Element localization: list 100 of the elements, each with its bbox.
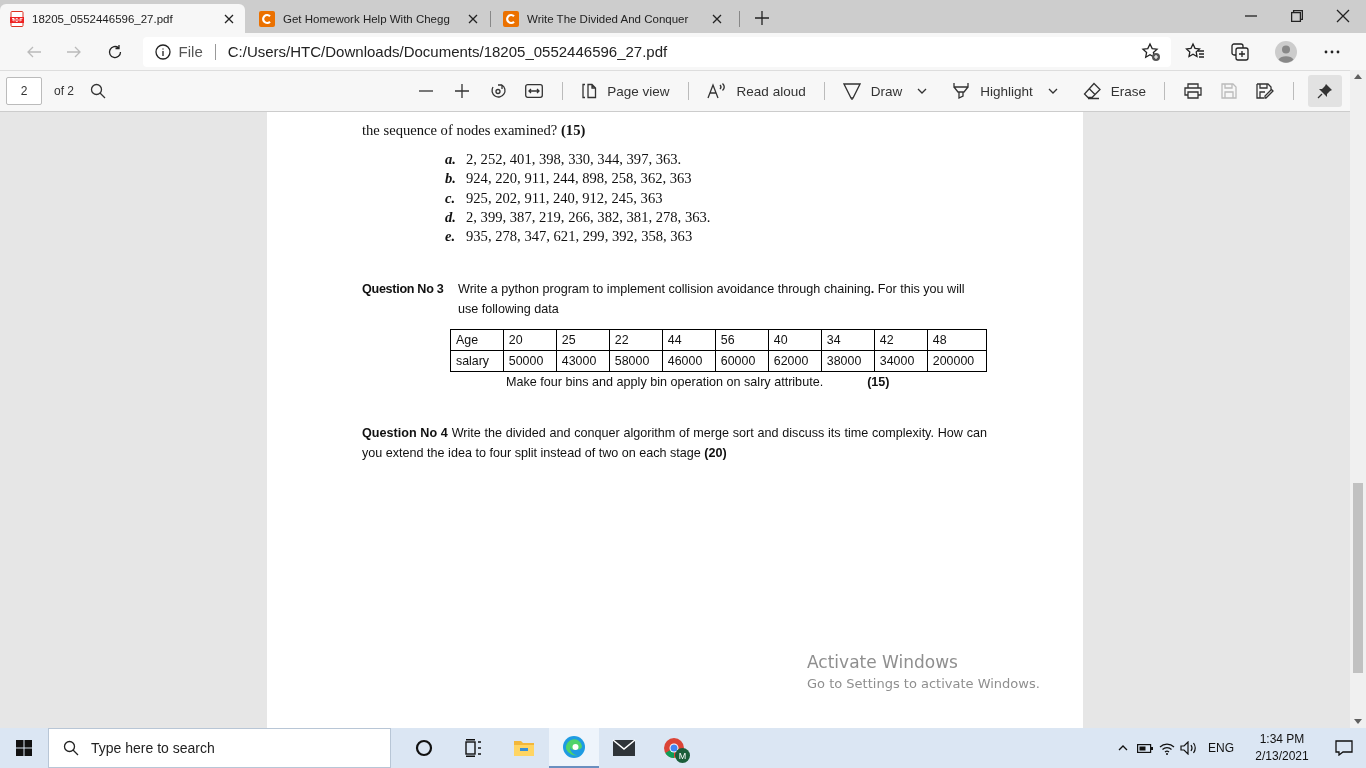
browser-tab[interactable]: 18205_0552446596_27.pdf bbox=[0, 4, 245, 33]
scroll-up-icon bbox=[1354, 74, 1362, 79]
close-icon bbox=[1336, 9, 1350, 23]
speaker-icon bbox=[1180, 741, 1198, 755]
table-cell: 43000 bbox=[556, 351, 610, 372]
option-text: 924, 220, 911, 244, 898, 258, 362, 363 bbox=[466, 169, 693, 189]
task-view-icon bbox=[465, 739, 483, 757]
minimize-icon bbox=[1245, 15, 1257, 17]
restore-icon bbox=[1291, 10, 1303, 22]
option-text: 2, 399, 387, 219, 266, 382, 381, 278, 363. bbox=[466, 207, 712, 227]
battery-icon bbox=[1137, 743, 1153, 753]
option-letter: a. bbox=[445, 150, 457, 169]
table-cell: 56 bbox=[715, 330, 769, 351]
read-aloud-button[interactable]: Read aloud bbox=[698, 76, 814, 106]
add-favorite-icon bbox=[1140, 41, 1161, 62]
info-icon bbox=[154, 43, 171, 60]
taskbar-search-field[interactable]: Type here to search bbox=[48, 728, 391, 768]
notification-icon bbox=[1335, 740, 1353, 756]
pdf-file-icon bbox=[10, 10, 24, 27]
pin-toolbar-button[interactable] bbox=[1308, 75, 1342, 107]
read-aloud-icon bbox=[706, 83, 727, 99]
plus-icon bbox=[754, 10, 770, 26]
table-cell: 38000 bbox=[821, 351, 875, 372]
page-count-label: of 2 bbox=[54, 84, 74, 98]
save-icon bbox=[1221, 83, 1237, 99]
table-cell: 25 bbox=[556, 330, 610, 351]
chevron-up-icon bbox=[1118, 745, 1128, 751]
option-text: 2, 252, 401, 398, 330, 344, 397, 363. bbox=[466, 150, 683, 169]
question-text: Write a python program to implement collision avoidance through chaining. For this you will use following data bbox=[458, 281, 966, 319]
option-letter: c. bbox=[445, 188, 457, 208]
page-number-field[interactable]: 2 bbox=[6, 77, 42, 105]
table-cell: 20 bbox=[503, 330, 557, 351]
mail-icon bbox=[612, 739, 636, 757]
minus-icon bbox=[419, 90, 434, 92]
activation-title: Activate Windows bbox=[807, 652, 959, 672]
c-logo-icon bbox=[503, 10, 519, 27]
eraser-icon bbox=[1082, 82, 1101, 100]
scroll-down-icon bbox=[1354, 719, 1362, 724]
print-icon bbox=[1184, 83, 1202, 99]
collections-icon bbox=[1230, 41, 1251, 62]
profile-avatar-icon bbox=[1275, 40, 1298, 63]
refresh-icon bbox=[106, 43, 123, 60]
add-favorite-button[interactable] bbox=[1140, 41, 1161, 62]
table-cell: 34000 bbox=[874, 351, 928, 372]
table-cell: 200000 bbox=[927, 351, 987, 372]
question-text: the sequence of nodes examined? (15) bbox=[362, 122, 587, 139]
question-text: Question No 4 Write the divided and conquer algorithm of merge sort and discuss its time complexity. How can you extend the idea to four split instead of two on each stage (20) bbox=[362, 425, 987, 463]
address-field[interactable]: File C:/Users/HTC/Downloads/Documents/18205_0552446596_27.pdf bbox=[142, 36, 1171, 67]
browser-tab[interactable]: Get Homework Help With Chegg bbox=[249, 4, 489, 33]
marks-label: (15) bbox=[867, 374, 890, 392]
erase-button[interactable]: Erase bbox=[1074, 76, 1154, 106]
table-note: Make four bins and apply bin operation on salry attribute. bbox=[506, 374, 824, 392]
rotate-icon bbox=[489, 82, 508, 100]
cortana-circle-icon bbox=[415, 739, 433, 757]
table-cell: 42 bbox=[874, 330, 928, 351]
page-view-button[interactable]: Page view bbox=[573, 76, 678, 106]
table-cell: 40 bbox=[768, 330, 822, 351]
pin-icon bbox=[1317, 83, 1333, 99]
table-cell: 60000 bbox=[715, 351, 769, 372]
table-cell: 44 bbox=[662, 330, 716, 351]
pen-icon bbox=[842, 82, 861, 100]
table-cell: 58000 bbox=[609, 351, 663, 372]
option-letter: b. bbox=[445, 169, 457, 189]
table-cell: 50000 bbox=[503, 351, 557, 372]
table-cell: 46000 bbox=[662, 351, 716, 372]
search-icon bbox=[90, 83, 106, 99]
wifi-icon bbox=[1159, 741, 1175, 755]
close-icon bbox=[468, 13, 478, 24]
profile-badge: M bbox=[675, 748, 690, 763]
folder-icon bbox=[513, 739, 535, 757]
highlighter-icon bbox=[952, 82, 971, 100]
chrome-taskbar-button[interactable]: M bbox=[649, 728, 699, 768]
draw-button[interactable]: Draw bbox=[834, 76, 911, 106]
scrollbar-thumb[interactable] bbox=[1353, 483, 1363, 673]
table-cell: Age bbox=[450, 330, 504, 351]
table-cell: 62000 bbox=[768, 351, 822, 372]
c-logo-icon bbox=[259, 10, 275, 27]
language-indicator[interactable]: ENG bbox=[1208, 741, 1234, 755]
fit-width-icon bbox=[525, 84, 544, 98]
edge-browser-icon bbox=[562, 735, 586, 759]
plus-icon bbox=[454, 83, 471, 99]
chevron-down-icon bbox=[1047, 88, 1058, 94]
save-as-icon bbox=[1256, 83, 1274, 99]
chevron-down-icon bbox=[917, 88, 928, 94]
option-letter: d. bbox=[445, 207, 457, 227]
option-letter: e. bbox=[445, 227, 457, 247]
table-cell: salary bbox=[450, 351, 504, 372]
browser-tab[interactable]: Write The Divided And Conquer bbox=[493, 4, 733, 33]
option-text: 925, 202, 911, 240, 912, 245, 363 bbox=[466, 188, 664, 208]
table-cell: 34 bbox=[821, 330, 875, 351]
search-icon bbox=[63, 740, 79, 756]
windows-logo-icon bbox=[16, 740, 32, 756]
clock[interactable]: 1:34 PM 2/13/2021 bbox=[1242, 731, 1322, 765]
close-icon bbox=[224, 13, 234, 24]
activation-subtitle: Go to Settings to activate Windows. bbox=[807, 676, 1040, 691]
page-view-icon bbox=[581, 83, 598, 99]
more-icon bbox=[1324, 49, 1341, 54]
close-icon bbox=[712, 13, 722, 24]
highlight-button[interactable]: Highlight bbox=[944, 76, 1041, 106]
table-cell: 48 bbox=[927, 330, 987, 351]
